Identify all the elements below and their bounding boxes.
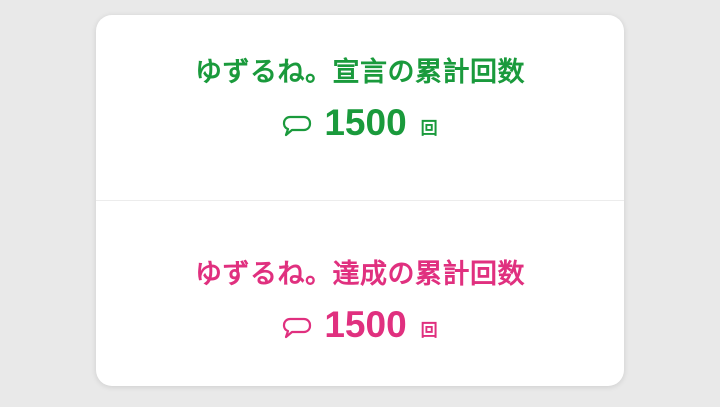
achievement-count-row: 1500 回 bbox=[282, 304, 438, 345]
declaration-title: ゆずるね。宣言の累計回数 bbox=[195, 57, 525, 88]
declaration-count: 1500 bbox=[324, 102, 407, 143]
screen: ゆずるね。宣言の累計回数 1500 回 ゆずるね。達成の累計回数 1500 回 bbox=[0, 0, 720, 407]
achievement-count: 1500 bbox=[324, 304, 407, 345]
speech-bubble-icon bbox=[283, 317, 312, 339]
declaration-unit: 回 bbox=[420, 119, 438, 139]
speech-bubble-icon bbox=[283, 115, 312, 137]
declaration-count-row: 1500 回 bbox=[282, 102, 438, 143]
achievement-section: ゆずるね。達成の累計回数 1500 回 bbox=[96, 201, 624, 386]
stats-card: ゆずるね。宣言の累計回数 1500 回 ゆずるね。達成の累計回数 1500 回 bbox=[96, 15, 624, 386]
declaration-section: ゆずるね。宣言の累計回数 1500 回 bbox=[96, 15, 624, 200]
achievement-title: ゆずるね。達成の累計回数 bbox=[195, 259, 525, 290]
achievement-unit: 回 bbox=[420, 321, 438, 341]
